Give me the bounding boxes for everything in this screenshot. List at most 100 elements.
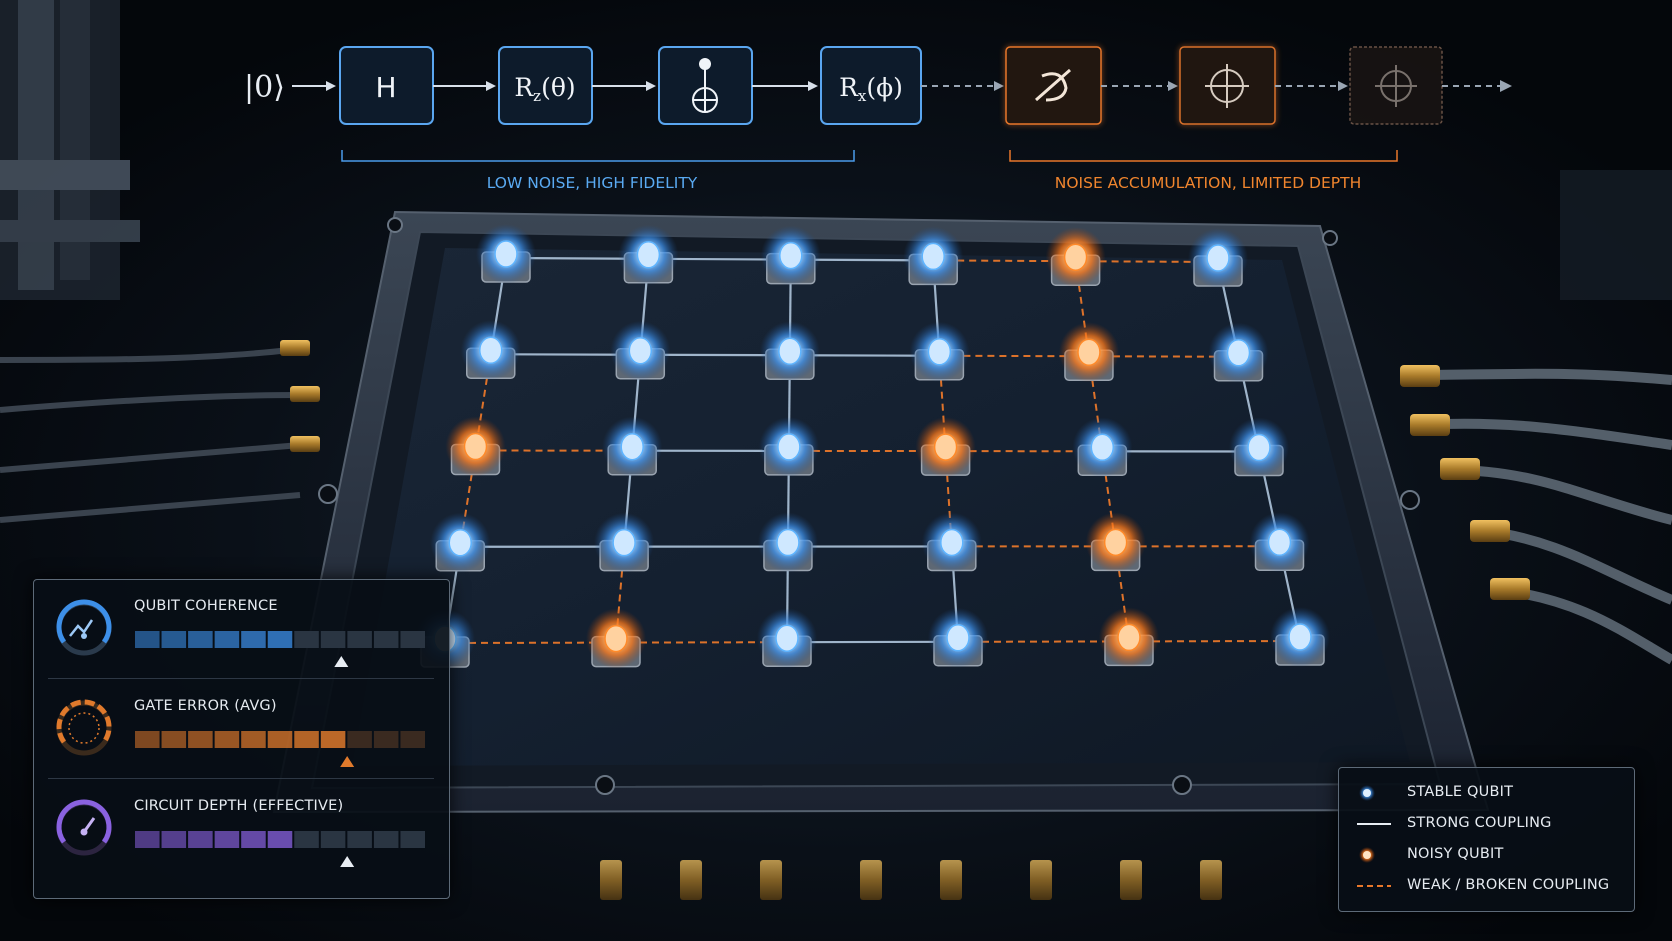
bar-segment-filled (241, 831, 266, 848)
bar-segment-empty (400, 731, 425, 748)
qubit-core (946, 624, 970, 652)
legend-item-strong-coupling: STRONG COUPLING (1339, 809, 1634, 839)
stable-qubit (1072, 417, 1133, 478)
stable-qubit (758, 416, 819, 477)
gate-noisy-2 (1179, 46, 1276, 125)
qubit-core (1063, 243, 1088, 271)
qubit-core (1288, 623, 1312, 651)
qubit-core (776, 528, 800, 557)
bar-marker (340, 756, 355, 767)
gate-rz-label: R (514, 73, 534, 102)
metric-label: CIRCUIT DEPTH (EFFECTIVE) (134, 798, 344, 814)
legend-label: STABLE QUBIT (1407, 784, 1514, 800)
bar-segment-empty (294, 631, 319, 648)
gate-degraded (1349, 46, 1443, 125)
gate-rz: Rz(θ) (498, 46, 593, 125)
legend-item-weak-coupling: WEAK / BROKEN COUPLING (1339, 871, 1634, 901)
bar-segment-filled (135, 831, 160, 848)
legend-label: STRONG COUPLING (1407, 815, 1552, 831)
svg-text:Rz(θ): Rz(θ) (514, 73, 575, 105)
noisy-qubit (445, 416, 506, 477)
qubit-core (1267, 528, 1292, 556)
label-noisy: NOISE ACCUMULATION, LIMITED DEPTH (1055, 174, 1362, 192)
error-gauge-icon (56, 699, 112, 756)
gate-cnot (658, 46, 753, 125)
gate-h: H (339, 46, 434, 125)
coherence-gauge-icon (56, 599, 112, 656)
metric-qubit-coherence: QUBIT COHERENCE (34, 580, 449, 678)
legend-item-noisy-qubit: NOISY QUBIT (1339, 840, 1634, 870)
stable-qubit (430, 512, 491, 573)
legend-label: NOISY QUBIT (1407, 846, 1504, 862)
stable-qubit (903, 226, 964, 287)
bar-segment-empty (373, 731, 399, 748)
qubit-core (463, 432, 488, 461)
bar-segment-empty (373, 831, 399, 848)
qubit-core (1247, 433, 1271, 462)
stable-qubit (476, 224, 536, 284)
stable-qubit (460, 320, 521, 381)
noisy-qubit (1099, 607, 1159, 668)
stable-qubit (909, 321, 970, 382)
metric-bar-svg (135, 631, 425, 667)
gate-noisy-1 (1005, 46, 1102, 125)
noisy-qubit (1045, 227, 1106, 288)
qubit-core (1226, 339, 1251, 367)
bar-marker (334, 656, 349, 667)
bar-segment-empty (347, 631, 372, 648)
noisy-qubit (586, 608, 646, 669)
bar-segment-filled (188, 831, 213, 848)
stable-qubit-icon (1359, 785, 1375, 801)
bar-segment-filled (241, 731, 266, 748)
gate-rx-label: R (839, 73, 859, 102)
qubit-core (1077, 338, 1101, 366)
stable-qubit (1208, 322, 1269, 383)
gate-h-label: H (375, 71, 396, 104)
bar-segment-empty (347, 831, 372, 848)
stable-qubit (1229, 417, 1289, 478)
gate-rz-arg: (θ) (541, 73, 576, 102)
bar-segment-filled (267, 731, 293, 748)
bar-segment-filled (161, 731, 187, 748)
gate-rx: Rx(ϕ) (820, 46, 922, 125)
qubit-core (778, 337, 802, 365)
input-state-label: |0⟩ (244, 70, 285, 105)
bar-segment-empty (400, 831, 425, 848)
bar-segment-empty (320, 831, 346, 848)
qubit-core (448, 529, 472, 557)
bar-segment-empty (400, 631, 425, 648)
bar-segment-empty (294, 831, 319, 848)
bar-segment-filled (294, 731, 319, 748)
bar-segment-empty (373, 631, 399, 648)
stable-qubit (757, 608, 817, 669)
stable-qubit (1188, 228, 1248, 288)
bar-segment-empty (320, 631, 346, 648)
bar-segment-filled (241, 631, 266, 648)
stable-qubit (757, 512, 818, 573)
divider (48, 778, 434, 779)
svg-text:Rx(ϕ): Rx(ϕ) (839, 73, 903, 105)
stable-qubit (1270, 607, 1330, 667)
qubit-core (779, 241, 803, 270)
noisy-qubit-icon (1359, 847, 1375, 863)
qubit-core (1090, 433, 1115, 462)
qubit-core (620, 432, 644, 461)
qubit-core (927, 338, 952, 366)
qubit-core (1103, 528, 1128, 557)
legend-item-stable-qubit: STABLE QUBIT (1339, 778, 1634, 808)
bar-segment-filled (161, 631, 187, 648)
stable-qubit (921, 512, 982, 573)
qubit-core (628, 337, 653, 365)
label-low-noise: LOW NOISE, HIGH FIDELITY (487, 174, 698, 192)
stable-qubit (1249, 512, 1310, 573)
bar-segment-filled (214, 631, 240, 648)
qubit-core (1206, 244, 1230, 272)
metric-label: QUBIT COHERENCE (134, 598, 278, 614)
noisy-qubit (1058, 322, 1119, 383)
bar-segment-filled (214, 731, 240, 748)
bar-segment-empty (347, 731, 372, 748)
divider (48, 678, 434, 679)
bar-segment-filled (267, 831, 293, 848)
strong-coupling-line (1357, 823, 1391, 825)
qubit-core (636, 241, 661, 269)
